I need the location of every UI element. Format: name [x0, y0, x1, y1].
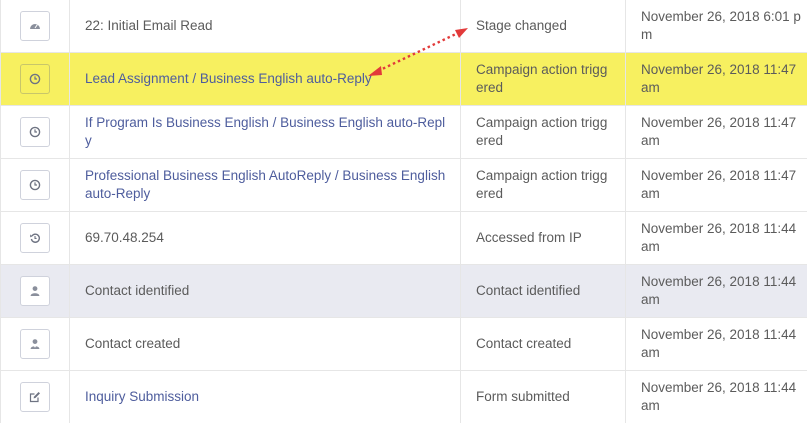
- clock-icon: [29, 73, 41, 85]
- event-type: Campaign action triggered: [461, 106, 626, 158]
- table-row: Contact created Contact created November…: [1, 318, 807, 371]
- event-date: November 26, 2018 11:44 am: [641, 274, 797, 307]
- table-row: Contact identified Contact identified No…: [1, 265, 807, 318]
- event-date: November 26, 2018 11:47 am: [641, 115, 797, 148]
- event-type: Stage changed: [461, 0, 626, 52]
- event-type: Contact identified: [461, 265, 626, 317]
- history-icon-button[interactable]: [20, 223, 50, 253]
- dashboard-icon-button[interactable]: [20, 10, 50, 41]
- user-plus-icon-button[interactable]: [20, 329, 50, 359]
- user-icon: [30, 286, 40, 296]
- event-date: November 26, 2018 11:44 am: [641, 380, 797, 413]
- event-date: November 26, 2018 6:01 pm: [641, 8, 801, 42]
- event-link[interactable]: Professional Business English AutoReply …: [70, 159, 461, 211]
- table-row: 22: Initial Email Read Stage changed Nov…: [1, 0, 807, 53]
- table-row-highlighted: Lead Assignment / Business English auto-…: [1, 53, 807, 106]
- event-label: Contact created: [70, 318, 461, 370]
- event-link[interactable]: Lead Assignment / Business English auto-…: [70, 53, 461, 105]
- user-plus-icon: [30, 339, 40, 349]
- table-row: Professional Business English AutoReply …: [1, 159, 807, 212]
- user-icon-button[interactable]: [20, 276, 50, 306]
- event-type: Campaign action triggered: [461, 53, 626, 105]
- event-type: Contact created: [461, 318, 626, 370]
- clock-icon-button[interactable]: [20, 117, 50, 147]
- event-type: Form submitted: [461, 371, 626, 423]
- event-date: November 26, 2018 11:47 am: [641, 62, 797, 95]
- timeline-table: 22: Initial Email Read Stage changed Nov…: [0, 0, 807, 423]
- event-date: November 26, 2018 11:47 am: [641, 168, 797, 201]
- event-date: November 26, 2018 11:44 am: [641, 221, 797, 254]
- edit-icon: [29, 392, 40, 403]
- dashboard-icon: [30, 23, 40, 29]
- table-row: 69.70.48.254 Accessed from IP November 2…: [1, 212, 807, 265]
- clock-icon-button[interactable]: [20, 170, 50, 200]
- event-link[interactable]: Inquiry Submission: [70, 371, 461, 423]
- event-date: November 26, 2018 11:44 am: [641, 327, 797, 360]
- event-link[interactable]: If Program Is Business English / Busines…: [70, 106, 461, 158]
- table-row: Inquiry Submission Form submitted Novemb…: [1, 371, 807, 423]
- event-label: 22: Initial Email Read: [70, 0, 461, 52]
- event-type: Campaign action triggered: [461, 159, 626, 211]
- event-label: 69.70.48.254: [70, 212, 461, 264]
- clock-icon: [29, 126, 41, 138]
- event-type: Accessed from IP: [461, 212, 626, 264]
- clock-icon: [29, 179, 41, 191]
- event-label: Contact identified: [70, 265, 461, 317]
- table-row: If Program Is Business English / Busines…: [1, 106, 807, 159]
- clock-icon-button[interactable]: [20, 64, 50, 94]
- history-icon: [30, 233, 40, 243]
- edit-icon-button[interactable]: [20, 382, 50, 412]
